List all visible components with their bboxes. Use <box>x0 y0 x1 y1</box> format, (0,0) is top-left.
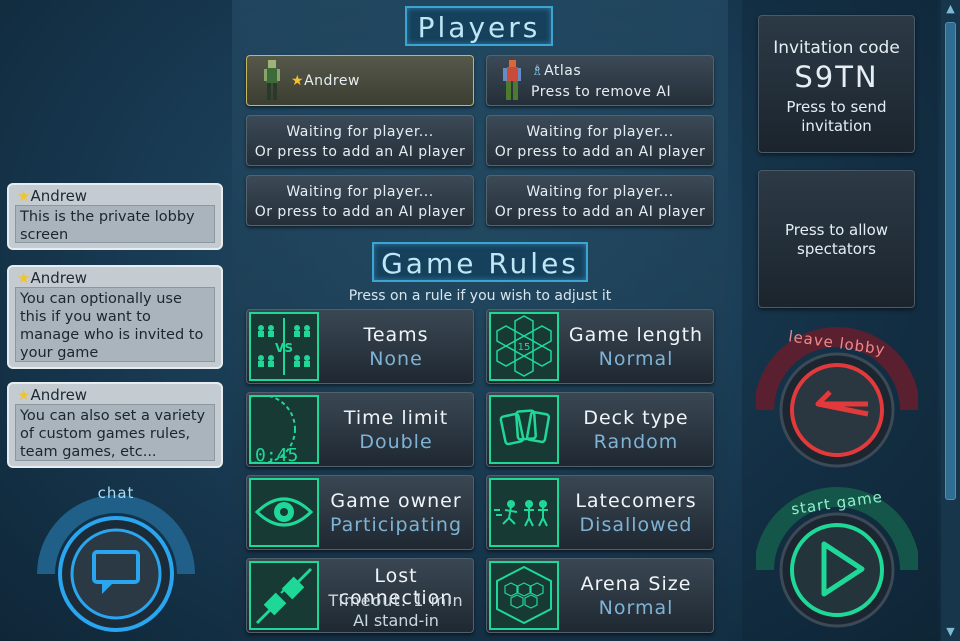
star-icon: ★ <box>291 73 305 89</box>
add-ai-text: Or press to add an AI player <box>494 144 706 160</box>
game-rules-header: Game Rules <box>372 242 588 282</box>
player-slot-3[interactable]: Waiting for player... Or press to add an… <box>246 115 474 166</box>
chat-author-text: Andrew <box>30 187 88 205</box>
ai-name: ♗Atlas <box>531 63 713 79</box>
scroll-up-icon[interactable]: ▲ <box>941 0 960 18</box>
rules-hint: Press on a rule if you wish to adjust it <box>348 288 612 304</box>
chat-text: You can also set a variety of custom gam… <box>15 404 215 461</box>
waiting-text: Waiting for player... <box>526 124 674 140</box>
rule-value: Double <box>359 431 433 453</box>
scroll-down-icon[interactable]: ▼ <box>941 623 960 641</box>
chat-author: ★Andrew <box>17 269 87 287</box>
hex-grid-icon: 15 <box>489 312 559 381</box>
leave-lobby-button[interactable]: leave lobby <box>754 322 920 472</box>
add-ai-text: Or press to add an AI player <box>494 204 706 220</box>
cards-icon <box>489 395 559 464</box>
star-icon: ★ <box>17 386 31 404</box>
plug-icon <box>249 561 319 630</box>
players-header: Players <box>405 6 553 46</box>
allow-spectators-button[interactable]: Press to allow spectators <box>758 170 915 308</box>
rule-time-limit[interactable]: 0:45 Time limit Double <box>246 392 474 467</box>
rule-value: Random <box>593 431 679 453</box>
rule-title: Latecomers <box>575 490 697 512</box>
rule-title: Game length <box>568 324 704 346</box>
invitation-box[interactable]: Invitation code S9TN Press to send invit… <box>758 15 915 153</box>
arena-hex-icon <box>489 561 559 630</box>
player-name-text: Andrew <box>304 73 360 89</box>
invitation-label: Invitation code <box>773 38 900 58</box>
hex-number: 15 <box>518 342 531 353</box>
rule-title: Time limit <box>343 407 449 429</box>
eye-icon <box>249 478 319 547</box>
waiting-text: Waiting for player... <box>526 184 674 200</box>
player-sprite-icon <box>264 60 280 100</box>
rule-teams[interactable]: VS Teams None <box>246 309 474 384</box>
add-ai-text: Or press to add an AI player <box>254 144 466 160</box>
chat-author-text: Andrew <box>30 386 88 404</box>
scrollbar[interactable]: ▲ ▼ <box>941 0 960 641</box>
invitation-code: S9TN <box>794 60 879 94</box>
chat-message-2: ★Andrew You can optionally use this if y… <box>7 265 223 369</box>
svg-text:VS: VS <box>275 341 293 355</box>
player-slot-1[interactable]: ★Andrew <box>246 55 474 106</box>
scroll-thumb[interactable] <box>945 22 956 500</box>
player-name: ★Andrew <box>291 73 360 89</box>
rule-game-length[interactable]: 15 Game length Normal <box>486 309 714 384</box>
player-slot-5[interactable]: Waiting for player... Or press to add an… <box>246 175 474 226</box>
rule-value: Normal <box>598 348 674 370</box>
ai-name-text: Atlas <box>544 63 582 79</box>
chat-author: ★Andrew <box>17 386 87 404</box>
chat-author: ★Andrew <box>17 187 87 205</box>
rule-game-owner[interactable]: Game owner Participating <box>246 475 474 550</box>
timer-icon: 0:45 <box>247 394 319 466</box>
send-invitation-text: Press to send invitation <box>786 98 887 135</box>
player-slot-4[interactable]: Waiting for player... Or press to add an… <box>486 115 714 166</box>
rule-title: Arena Size <box>580 573 692 595</box>
chat-message-3: ★Andrew You can also set a variety of cu… <box>7 382 223 468</box>
chat-button-ring <box>37 495 195 632</box>
player-slot-2[interactable]: ♗Atlas Press to remove AI <box>486 55 714 106</box>
start-game-button[interactable]: start game <box>754 482 920 637</box>
rule-arena-size[interactable]: Arena Size Normal <box>486 558 714 633</box>
rule-title: Deck type <box>583 407 689 429</box>
star-icon: ★ <box>17 187 31 205</box>
robot-icon: ♗ <box>531 63 545 79</box>
rule-value: Participating <box>329 514 463 536</box>
ai-sprite-icon <box>503 60 521 100</box>
rule-value: Normal <box>598 597 674 619</box>
rule-value: None <box>369 348 423 370</box>
rule-value-secondary: AI stand-in <box>353 611 439 630</box>
chat-text: This is the private lobby screen <box>15 205 215 243</box>
waiting-text: Waiting for player... <box>286 124 434 140</box>
rule-value: Disallowed <box>579 514 693 536</box>
teams-vs-icon: VS <box>249 312 319 381</box>
rule-deck-type[interactable]: Deck type Random <box>486 392 714 467</box>
chat-button[interactable]: chat <box>36 484 196 636</box>
rule-value: Timeout: 1 min <box>328 591 464 610</box>
player-slot-6[interactable]: Waiting for player... Or press to add an… <box>486 175 714 226</box>
chat-author-text: Andrew <box>30 269 88 287</box>
rule-lost-connection[interactable]: Lost connection Timeout: 1 min AI stand-… <box>246 558 474 633</box>
rule-latecomers[interactable]: Latecomers Disallowed <box>486 475 714 550</box>
chat-label: chat <box>97 484 135 502</box>
star-icon: ★ <box>17 269 31 287</box>
chat-message-1: ★Andrew This is the private lobby screen <box>7 183 223 250</box>
rule-title: Game owner <box>330 490 462 512</box>
spectators-text: Press to allow spectators <box>784 221 889 258</box>
waiting-text: Waiting for player... <box>286 184 434 200</box>
chat-text: You can optionally use this if you want … <box>15 287 215 362</box>
timer-digits: 0:45 <box>255 445 298 462</box>
ai-remove-hint: Press to remove AI <box>531 84 672 100</box>
rule-title: Teams <box>363 324 429 346</box>
add-ai-text: Or press to add an AI player <box>254 204 466 220</box>
latecomers-icon <box>489 478 559 547</box>
